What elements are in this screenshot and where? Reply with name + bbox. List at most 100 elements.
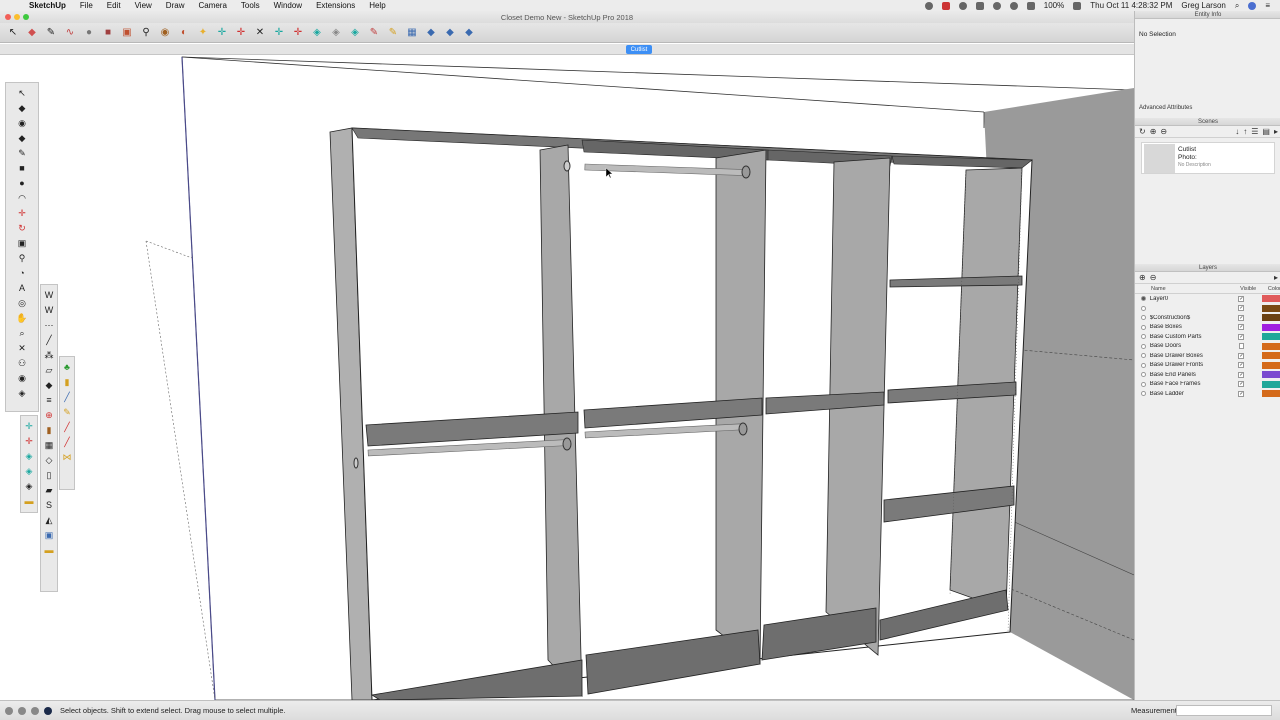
layer-visible-checkbox[interactable]: ✓ [1238, 371, 1245, 378]
menu-view[interactable]: View [128, 1, 159, 10]
tape-measure-tool-icon[interactable]: ⚲ [139, 26, 153, 40]
battery-icon[interactable] [1073, 1, 1082, 10]
layer-visible-checkbox[interactable]: ✓ [1238, 314, 1245, 321]
layer-row[interactable]: Base Ladder ✓ [1135, 389, 1280, 399]
layer-color-swatch[interactable] [1262, 333, 1280, 341]
palette-orbit-icon[interactable]: ◎ [16, 297, 28, 309]
minimize-window-icon[interactable] [14, 14, 20, 20]
layer-row[interactable]: ✓ [1135, 304, 1280, 314]
add-layer-icon[interactable]: ⊕ [1139, 273, 1146, 282]
spotlight-search-icon[interactable]: ⌕ [1235, 1, 1239, 11]
layer-visible-checkbox[interactable]: ✓ [1238, 381, 1245, 388]
layer-visible-checkbox[interactable]: ✓ [1238, 352, 1245, 359]
cab-tool-6-icon[interactable]: ╱ [61, 436, 73, 448]
update-scene-icon[interactable]: ↻ [1139, 127, 1146, 136]
ext-tool-5-icon[interactable]: ⁂ [43, 349, 55, 361]
layer-row[interactable]: $Construction$ ✓ [1135, 313, 1280, 323]
layer-visible-checkbox[interactable]: ✓ [1238, 305, 1245, 312]
extension-warehouse-icon[interactable]: ▦ [405, 26, 419, 40]
remove-scene-icon[interactable]: ⊖ [1160, 127, 1167, 136]
layer-name[interactable]: Base Doors [1150, 343, 1227, 349]
cab-tool-4-icon[interactable]: ✎ [61, 406, 73, 418]
layer-name[interactable]: Base End Panels [1150, 372, 1227, 378]
ext-tool-17-icon[interactable]: ▣ [43, 529, 55, 541]
plugin-tool-b-icon[interactable]: ◆ [443, 26, 457, 40]
view-front-icon[interactable]: ◈ [23, 450, 35, 462]
layer-visible-checkbox[interactable]: ✓ [1238, 324, 1245, 331]
layer-row[interactable]: Base Drawer Fronts ✓ [1135, 361, 1280, 371]
ext-tool-15-icon[interactable]: S [43, 499, 55, 511]
notification-center-icon[interactable]: ≡ [1265, 1, 1270, 10]
layer-name[interactable]: $Construction$ [1150, 315, 1227, 321]
layer-name[interactable]: Layer0 [1150, 296, 1227, 302]
menu-extensions[interactable]: Extensions [309, 1, 362, 10]
layer-row[interactable]: Base Boxes ✓ [1135, 323, 1280, 333]
layer-color-swatch[interactable] [1262, 304, 1280, 312]
layer-color-swatch[interactable] [1262, 314, 1280, 322]
shapes-tool-icon[interactable]: ● [82, 26, 96, 40]
view-iso-icon[interactable]: ✛ [23, 420, 35, 432]
cab-tool-3-icon[interactable]: ╱ [61, 391, 73, 403]
menu-draw[interactable]: Draw [159, 1, 192, 10]
scene-item-cutlist[interactable]: Cutlist Photo: No Description [1141, 142, 1275, 174]
ext-tool-7-icon[interactable]: ◆ [43, 379, 55, 391]
palette-arc-icon[interactable]: ◠ [16, 192, 28, 204]
active-layer-radio[interactable] [1141, 353, 1146, 359]
ext-tool-16-icon[interactable]: ◭ [43, 514, 55, 526]
freehand-tool-icon[interactable]: ∿ [63, 26, 77, 40]
bluetooth-icon[interactable] [1009, 1, 1018, 10]
layer-color-swatch[interactable] [1262, 371, 1280, 379]
layer-visible-checkbox[interactable]: ✓ [1238, 333, 1245, 340]
plugin-tool-c-icon[interactable]: ◆ [462, 26, 476, 40]
help-icon[interactable] [958, 1, 967, 10]
palette-pan-icon[interactable]: ✋ [16, 312, 28, 324]
instructor-icon[interactable] [44, 706, 52, 715]
menu-camera[interactable]: Camera [191, 1, 233, 10]
ext-tool-4-icon[interactable]: ╱ [43, 334, 55, 346]
cab-tool-2-icon[interactable]: ▮ [61, 376, 73, 388]
status-icon[interactable] [924, 1, 933, 10]
3d-warehouse-icon[interactable]: ◈ [310, 26, 324, 40]
user-account-icon[interactable] [31, 706, 39, 715]
ext-tool-1-icon[interactable]: W [43, 289, 55, 301]
palette-paint-icon[interactable]: ◉ [16, 117, 28, 129]
clock[interactable]: Thu Oct 11 4:28:32 PM [1090, 1, 1172, 10]
active-layer-radio[interactable] [1141, 372, 1146, 378]
scene-settings-icon[interactable]: ▸ [1274, 127, 1278, 136]
scenes-title[interactable]: Scenes [1135, 118, 1280, 126]
active-layer-radio[interactable] [1141, 324, 1146, 330]
record-icon[interactable] [941, 1, 950, 10]
menu-sketchup[interactable]: SketchUp [22, 1, 73, 10]
layer-color-swatch[interactable] [1262, 323, 1280, 331]
palette-walk-icon[interactable]: ⚇ [16, 357, 28, 369]
layer-name[interactable]: Base Boxes [1150, 324, 1227, 330]
move-tool-icon[interactable]: ✛ [215, 26, 229, 40]
palette-circle-icon[interactable]: ● [16, 177, 28, 189]
col-color-header[interactable]: Color [1268, 286, 1280, 292]
follow-me-tool-icon[interactable]: ◐ [177, 26, 191, 40]
lightbulb-tool-icon[interactable]: ✦ [196, 26, 210, 40]
menu-edit[interactable]: Edit [100, 1, 128, 10]
move-scene-down-icon[interactable]: ↓ [1235, 127, 1239, 136]
layer-row[interactable]: Base Custom Parts ✓ [1135, 332, 1280, 342]
siri-icon[interactable] [1248, 1, 1257, 10]
menu-tools[interactable]: Tools [234, 1, 267, 10]
ext-tool-12-icon[interactable]: ◇ [43, 454, 55, 466]
view-right-icon[interactable]: ◈ [23, 465, 35, 477]
active-layer-radio[interactable] [1141, 305, 1146, 311]
layer-visible-checkbox[interactable]: ✓ [1238, 390, 1245, 397]
line-tool-icon[interactable]: ✎ [44, 26, 58, 40]
ext-tool-11-icon[interactable]: ▦ [43, 439, 55, 451]
scale-tool-icon[interactable]: ✕ [253, 26, 267, 40]
model-viewport[interactable] [0, 56, 1134, 700]
layer-color-swatch[interactable] [1262, 390, 1280, 398]
advanced-attributes-toggle[interactable]: Advanced Attributes [1139, 105, 1192, 111]
palette-tape-icon[interactable]: ⚲ [16, 252, 28, 264]
layers-title[interactable]: Layers [1135, 264, 1280, 272]
palette-scale-icon[interactable]: ▣ [16, 237, 28, 249]
view-left-icon[interactable]: ▬ [23, 495, 35, 507]
components-icon[interactable]: ◈ [329, 26, 343, 40]
orbit-tool-icon[interactable]: ✛ [272, 26, 286, 40]
palette-eraser-icon[interactable]: ◆ [16, 132, 28, 144]
layer-visible-checkbox[interactable] [1238, 343, 1245, 350]
